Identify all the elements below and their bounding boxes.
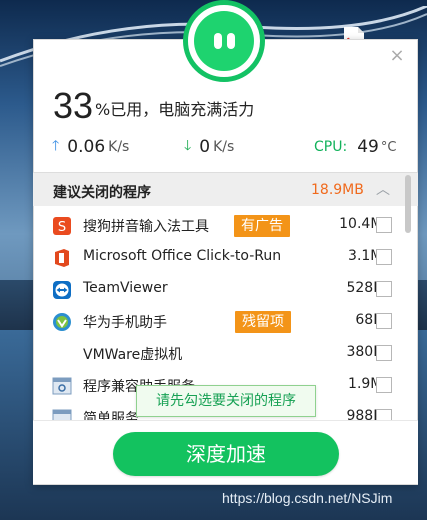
- cpu-unit: °C: [380, 139, 397, 155]
- memory-usage: 33 %已用，电脑充满活力: [53, 82, 254, 126]
- cpu-value: 49: [357, 137, 379, 157]
- mascot-eye-right: [227, 33, 235, 49]
- close-icon[interactable]: ×: [389, 47, 405, 65]
- arrow-down-icon: 🡓: [184, 138, 192, 154]
- program-checkbox[interactable]: [376, 313, 392, 329]
- download-unit: K/s: [213, 139, 235, 155]
- download-value: 0: [199, 137, 211, 157]
- residual-badge: 残留项: [235, 311, 291, 333]
- mascot-eye-left: [214, 33, 222, 49]
- list-item[interactable]: Microsoft Office Click-to-Run 3.1MB: [33, 242, 418, 274]
- watermark: https://blog.csdn.net/NSJim: [222, 490, 393, 506]
- list-title: 建议关闭的程序: [53, 185, 151, 201]
- usage-text: %已用，电脑充满活力: [95, 100, 255, 119]
- program-checkbox[interactable]: [376, 217, 392, 233]
- list-item[interactable]: 华为手机助手 残留项 68KB: [33, 306, 418, 338]
- download-speed: 🡓 0 K/s: [184, 136, 234, 158]
- deep-speedup-button[interactable]: 深度加速: [113, 432, 339, 476]
- office-icon: [55, 249, 69, 267]
- select-hint-tooltip: 请先勾选要关闭的程序: [136, 385, 316, 417]
- program-name: Microsoft Office Click-to-Run: [83, 248, 282, 264]
- list-total-size: 18.9MB: [311, 182, 364, 198]
- teamviewer-icon: [53, 281, 71, 299]
- program-name: 简单服务: [83, 411, 139, 420]
- upload-unit: K/s: [108, 139, 130, 155]
- list-item[interactable]: VMWare虚拟机 380KB: [33, 338, 418, 370]
- sogou-icon: S: [53, 217, 71, 235]
- program-name: 搜狗拼音输入法工具: [83, 219, 209, 235]
- list-scrollbar[interactable]: [405, 175, 411, 233]
- mascot-icon: [183, 0, 265, 82]
- cpu-label: CPU:: [314, 139, 348, 155]
- recommended-close-header[interactable]: 建议关闭的程序 18.9MB ︿: [33, 172, 418, 206]
- list-item[interactable]: TeamViewer 528KB: [33, 274, 418, 306]
- program-checkbox[interactable]: [376, 409, 392, 420]
- usage-percent: 33: [53, 85, 94, 126]
- program-name: VMWare虚拟机: [83, 347, 183, 363]
- upload-speed: 🡑 0.06 K/s: [52, 136, 129, 158]
- program-checkbox[interactable]: [376, 345, 392, 361]
- program-checkbox[interactable]: [376, 249, 392, 265]
- chevron-up-icon[interactable]: ︿: [376, 179, 390, 199]
- ad-badge: 有广告: [234, 215, 290, 237]
- program-name: 华为手机助手: [83, 315, 167, 331]
- huawei-icon: [53, 313, 71, 331]
- program-name: TeamViewer: [83, 280, 168, 296]
- compat-icon: [52, 377, 72, 395]
- cpu-temperature: CPU: 49 °C: [314, 136, 396, 158]
- program-checkbox[interactable]: [376, 281, 392, 297]
- program-checkbox[interactable]: [376, 377, 392, 393]
- upload-value: 0.06: [67, 137, 106, 157]
- service-icon: [52, 409, 72, 420]
- list-item[interactable]: S 搜狗拼音输入法工具 有广告 10.4MB: [33, 210, 418, 242]
- arrow-up-icon: 🡑: [52, 138, 60, 154]
- svg-text:S: S: [58, 220, 66, 235]
- mascot-face: [194, 11, 254, 71]
